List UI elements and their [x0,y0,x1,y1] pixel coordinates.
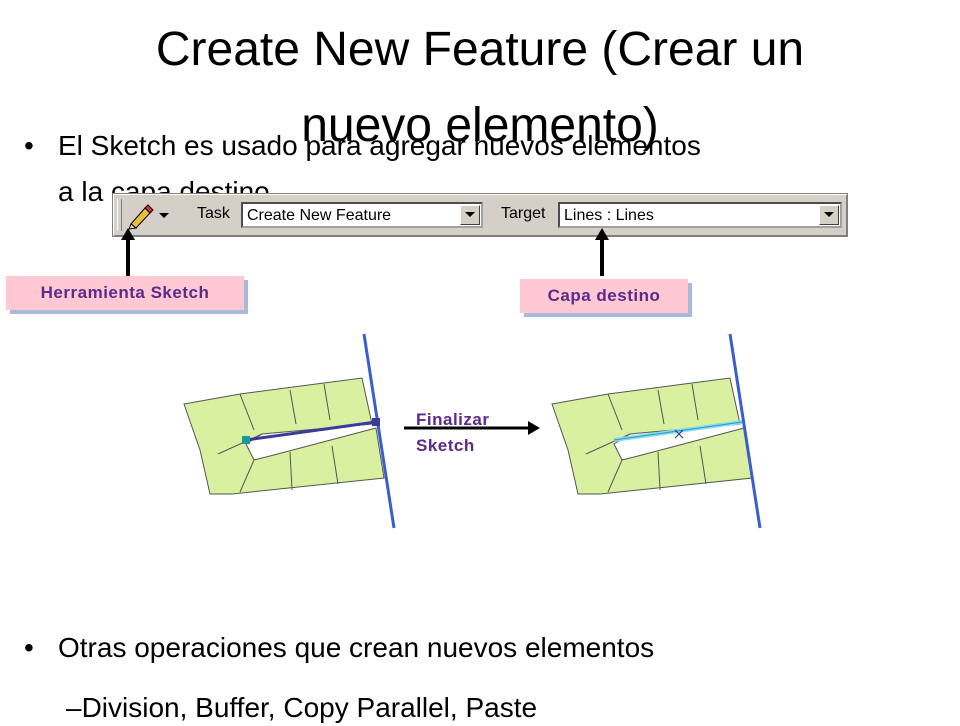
bullet-other-operations: • Otras operaciones que crean nuevos ele… [24,630,924,670]
parcel-diagram [183,333,762,529]
bullet-dot: • [24,632,34,663]
sketch-vertex-end [372,418,380,426]
bullet-text: Otras operaciones que crean nuevos eleme… [58,632,655,663]
sketch-vertex-start [242,436,250,444]
arrowhead-finalize [528,421,540,435]
finalize-sketch-label: Finalizar Sketch [416,407,489,459]
finalize-label-line2: Sketch [416,436,475,455]
finalize-label-line1: Finalizar [416,410,490,429]
sub-bullet-operations-list: –Division, Buffer, Copy Parallel, Paste [66,692,538,723]
